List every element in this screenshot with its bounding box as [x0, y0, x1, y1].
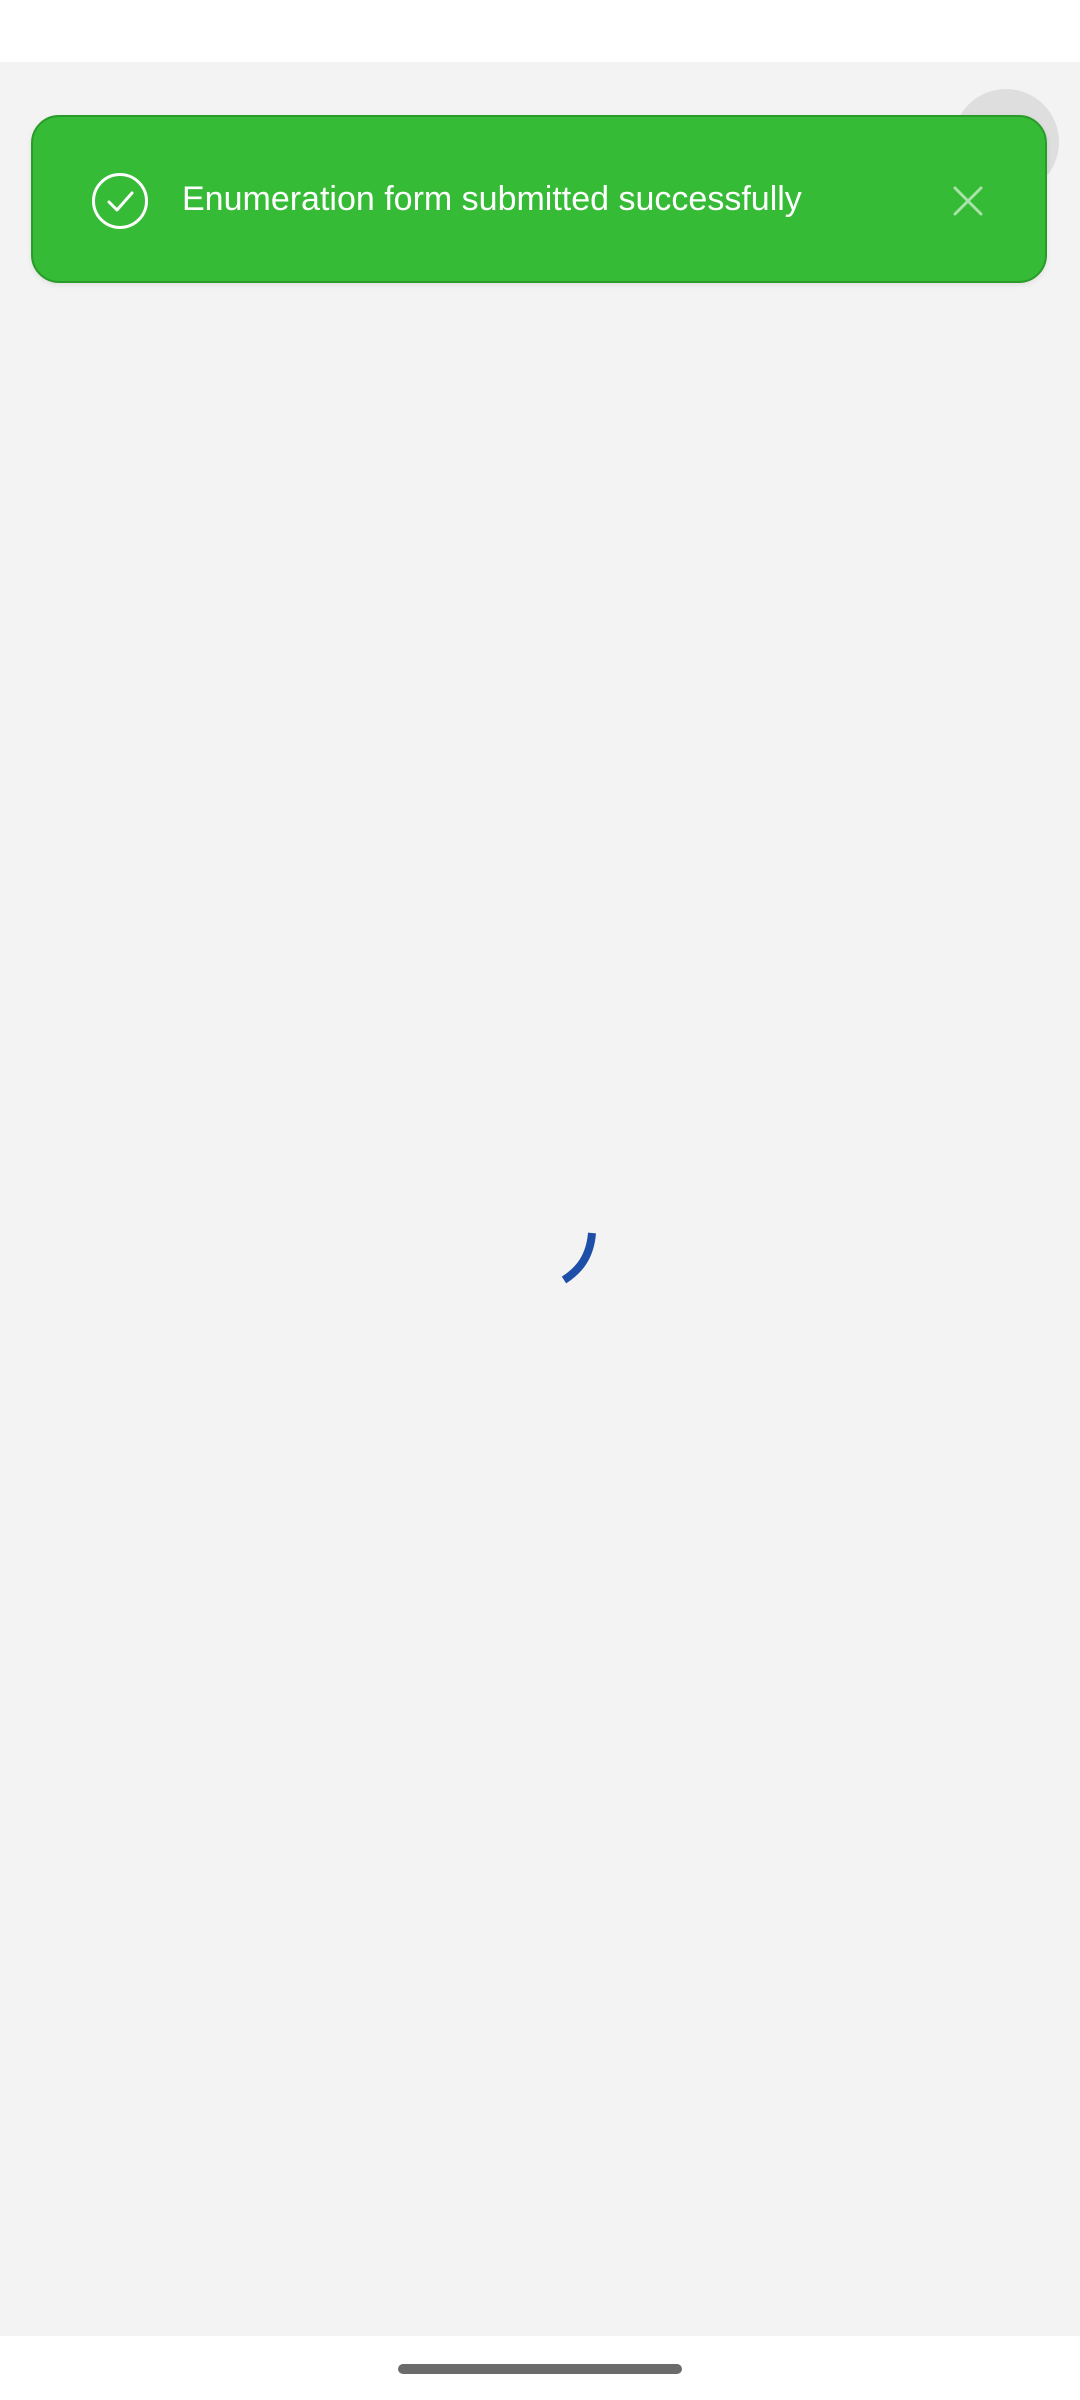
loading-spinner	[561, 1232, 596, 1284]
toast-message: Enumeration form submitted successfully	[182, 180, 802, 218]
status-bar	[0, 0, 1080, 62]
check-circle-icon	[92, 173, 148, 229]
success-toast: Enumeration form submitted successfully	[31, 115, 1047, 283]
content-area	[0, 62, 1080, 2336]
close-icon[interactable]	[949, 182, 987, 220]
home-indicator[interactable]	[398, 2364, 682, 2374]
